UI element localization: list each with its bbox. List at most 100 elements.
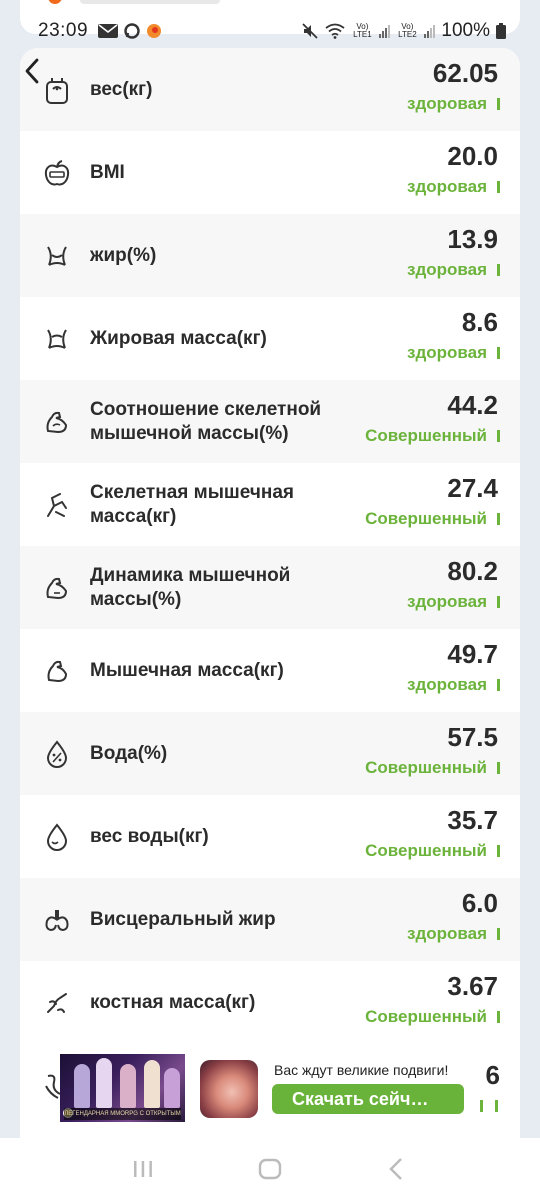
metric-row[interactable]: Скелетная мышечная масса(кг) 27.4 Совершен… <box>20 463 520 546</box>
metric-value: 62.05 <box>432 58 498 88</box>
metric-status: Совершенный <box>365 426 500 446</box>
metric-status-label: Совершенный <box>365 758 487 777</box>
system-icons: Vo) LTE1 Vo) LTE2 100% <box>301 20 506 42</box>
metric-row[interactable]: Жировая масса(кг) 8.6 здоровая <box>20 297 520 380</box>
metric-status-label: Совершенный <box>365 426 487 445</box>
sim1-label: Vo) LTE1 <box>353 22 372 39</box>
metric-label: Динамика мышечной массы(%) <box>90 564 291 610</box>
skeletal-muscle-icon <box>42 490 72 520</box>
metric-value: 8.6 <box>461 307 498 337</box>
metric-label: вес воды(кг) <box>90 825 209 847</box>
signal-icon <box>379 24 391 38</box>
metric-result: 8.6 здоровая <box>407 307 500 363</box>
metric-value: 35.7 <box>447 805 498 835</box>
partial-metric-value: 6 <box>485 1060 500 1090</box>
ad-banner-row[interactable]: ЛЕГЕНДАРНАЯ MMORPG С ОТКРЫТЫМ МИРОМ Вас … <box>20 1048 520 1128</box>
visceral-fat-icon <box>42 905 72 935</box>
metric-result: 62.05 здоровая <box>407 58 500 114</box>
back-arrow-icon <box>388 1158 402 1180</box>
status-indicator-bar <box>497 264 500 276</box>
recent-apps-icon <box>134 1161 153 1177</box>
status-bar: 23:09 Vo) LTE1 Vo) LTE2 100% <box>0 14 540 48</box>
status-indicator-bar <box>497 679 500 691</box>
bone-mass-icon <box>42 988 72 1018</box>
previous-card-text <box>80 0 220 4</box>
status-indicator-bar <box>497 347 500 359</box>
muscle-dynamics-icon <box>42 573 72 603</box>
recent-apps-button[interactable] <box>123 1154 163 1184</box>
ad-character-figure <box>96 1058 112 1108</box>
metric-row[interactable]: Динамика мышечной массы(%) 80.2 здоровая <box>20 546 520 629</box>
partial-status-bars <box>480 1100 498 1112</box>
metric-status: здоровая <box>407 675 500 695</box>
metric-result: 13.9 здоровая <box>407 224 500 280</box>
metric-result: 80.2 здоровая <box>407 556 500 612</box>
metric-row[interactable]: Висцеральный жир 6.0 здоровая <box>20 878 520 961</box>
muscle-ratio-icon <box>42 407 72 437</box>
metric-label: костная масса(кг) <box>90 991 256 1013</box>
water-percent-icon <box>42 739 72 769</box>
metric-row[interactable]: вес воды(кг) 35.7 Совершенный <box>20 795 520 878</box>
back-nav-button[interactable] <box>377 1154 417 1184</box>
metric-status: Совершенный <box>365 841 500 861</box>
metric-label: Мышечная масса(кг) <box>90 659 284 681</box>
metric-status-label: здоровая <box>407 675 487 694</box>
metric-status-label: здоровая <box>407 924 487 943</box>
metric-status: здоровая <box>407 260 500 280</box>
sim2-label: Vo) LTE2 <box>398 22 417 39</box>
metric-status-label: здоровая <box>407 260 487 279</box>
system-navigation-bar <box>0 1138 540 1200</box>
ad-character-figure <box>144 1060 160 1108</box>
status-time: 23:09 <box>38 20 89 41</box>
ad-download-button[interactable]: Скачать сейч… <box>272 1084 464 1114</box>
metric-status-label: здоровая <box>407 592 487 611</box>
metric-row[interactable]: Мышечная масса(кг) 49.7 здоровая <box>20 629 520 712</box>
metric-label: Скелетная мышечная масса(кг) <box>90 481 295 527</box>
mail-icon <box>98 24 119 38</box>
metric-value: 57.5 <box>447 722 498 752</box>
ad-character-figure <box>120 1064 136 1108</box>
metric-value: 44.2 <box>447 390 498 420</box>
metric-row[interactable]: вес(кг) 62.05 здоровая <box>20 48 520 131</box>
back-button[interactable] <box>20 56 44 86</box>
metric-status-label: Совершенный <box>365 1007 487 1026</box>
metric-row[interactable]: костная масса(кг) 3.67 Совершенный <box>20 961 520 1044</box>
home-button[interactable] <box>250 1154 290 1184</box>
ad-title: Вас ждут великие подвиги! <box>274 1062 449 1078</box>
home-icon <box>258 1158 282 1180</box>
notification-icons <box>98 23 162 39</box>
chevron-left-icon <box>25 58 39 84</box>
metric-value: 49.7 <box>447 639 498 669</box>
ad-game-banner[interactable]: ЛЕГЕНДАРНАЯ MMORPG С ОТКРЫТЫМ МИРОМ <box>60 1054 185 1122</box>
metric-status: здоровая <box>407 343 500 363</box>
water-weight-icon <box>42 822 72 852</box>
metric-status-label: Совершенный <box>365 841 487 860</box>
metric-label: вес(кг) <box>90 78 153 100</box>
metric-row[interactable]: жир(%) 13.9 здоровая <box>20 214 520 297</box>
wifi-icon <box>325 23 345 39</box>
ad-character-figure <box>164 1068 180 1108</box>
metric-result: 35.7 Совершенный <box>365 805 500 861</box>
signal-icon <box>424 24 436 38</box>
metric-result: 3.67 Совершенный <box>365 971 500 1027</box>
ad-app-avatar[interactable] <box>200 1060 258 1118</box>
status-indicator-bar <box>497 430 500 442</box>
status-indicator-bar <box>497 513 500 525</box>
body-metrics-panel: вес(кг) 62.05 здоровая BMI 20.0 здоровая жир(%… <box>20 48 520 1138</box>
metric-row[interactable]: Вода(%) 57.5 Совершенный <box>20 712 520 795</box>
app-notification-icon <box>147 24 162 38</box>
ad-character-figure <box>74 1064 90 1108</box>
metric-label: Вода(%) <box>90 742 168 764</box>
app-notification-dot <box>48 0 62 4</box>
metric-value: 27.4 <box>447 473 498 503</box>
metric-value: 3.67 <box>447 971 498 1001</box>
metric-result: 20.0 здоровая <box>407 141 500 197</box>
muscle-mass-icon <box>42 656 72 686</box>
metric-status-label: здоровая <box>407 343 487 362</box>
metric-row[interactable]: BMI 20.0 здоровая <box>20 131 520 214</box>
metric-label: жир(%) <box>90 244 157 266</box>
metric-status-label: Совершенный <box>365 509 487 528</box>
metric-value: 6.0 <box>461 888 498 918</box>
metric-result: 49.7 здоровая <box>407 639 500 695</box>
metric-row[interactable]: Соотношение скелетной мышечной массы(%) 4… <box>20 380 520 463</box>
